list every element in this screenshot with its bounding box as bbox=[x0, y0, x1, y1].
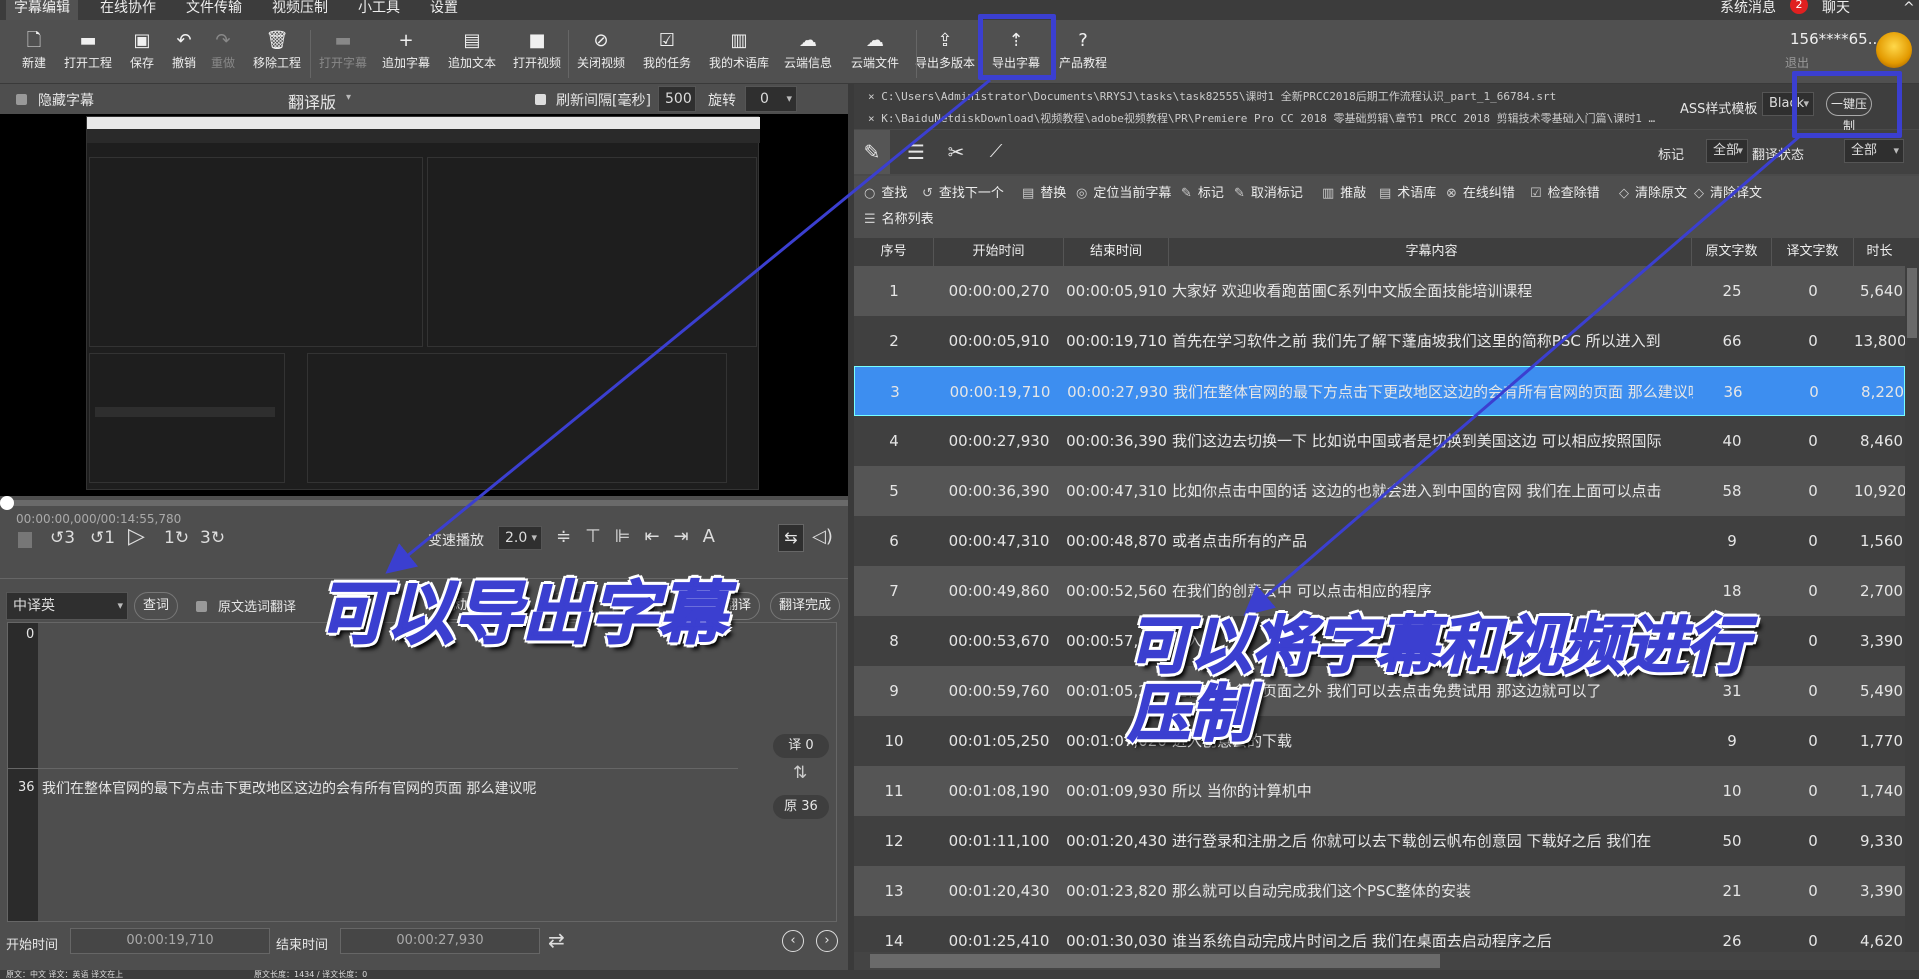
annotation-export-note: 可以导出字幕 bbox=[317, 575, 727, 654]
annotation-compress-note: 可以将字幕和视频进行 压制 bbox=[1127, 609, 1749, 751]
annotation-arrows bbox=[385, 78, 1801, 616]
arrow-export bbox=[385, 78, 991, 574]
annotation-compress-line2: 压制 bbox=[1127, 677, 1253, 751]
arrow-compress bbox=[1243, 134, 1801, 616]
annotation-compress-line1: 可以将字幕和视频进行 bbox=[1127, 609, 1749, 682]
